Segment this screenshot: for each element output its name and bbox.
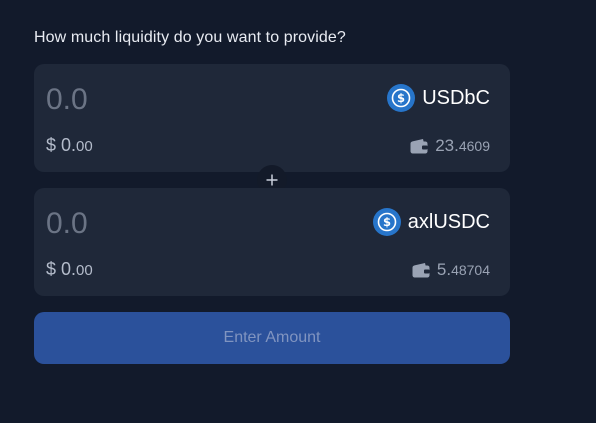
wallet-icon [412, 263, 430, 278]
usdc-coin-icon: $ [372, 208, 401, 236]
token-b-balance[interactable]: 5.48704 [412, 260, 490, 280]
token-b-amount-input[interactable] [46, 204, 266, 244]
token-b-balance-amount: 5.48704 [437, 260, 490, 280]
liquidity-panel: How much liquidity do you want to provid… [0, 0, 596, 423]
token-b-usd-main: $ 0. [46, 259, 77, 279]
token-a-balance-decimals: 4609 [458, 138, 490, 154]
token-a-card: $ USDbC $ 0.00 23.4609 [34, 64, 510, 172]
token-a-balance-amount: 23.4609 [435, 136, 490, 156]
token-a-usd-decimals: 00 [76, 138, 93, 155]
svg-text:$: $ [397, 91, 405, 105]
plus-icon [266, 174, 278, 186]
token-b-balance-main: 5. [436, 260, 452, 279]
token-a-symbol: USDbC [422, 86, 490, 109]
token-b-usd-decimals: 00 [76, 262, 93, 279]
usdc-coin-icon: $ [387, 84, 416, 112]
token-b-card: $ axlUSDC $ 0.00 5.48704 [34, 188, 510, 296]
svg-text:$: $ [383, 215, 391, 229]
wallet-icon [410, 139, 428, 154]
token-b-balance-decimals: 48704 [451, 262, 490, 278]
token-b-selector[interactable]: $ axlUSDC [372, 208, 490, 236]
token-a-usd-main: $ 0. [46, 135, 77, 155]
token-a-amount-input[interactable] [46, 80, 266, 120]
token-a-balance[interactable]: 23.4609 [410, 136, 490, 156]
token-a-selector[interactable]: $ USDbC [387, 84, 490, 112]
liquidity-question: How much liquidity do you want to provid… [34, 29, 346, 46]
enter-amount-button[interactable]: Enter Amount [34, 312, 510, 364]
token-b-usd-value: $ 0.00 [46, 259, 93, 280]
token-b-symbol: axlUSDC [407, 210, 490, 233]
token-a-balance-main: 23. [435, 136, 459, 155]
token-a-usd-value: $ 0.00 [46, 135, 93, 156]
